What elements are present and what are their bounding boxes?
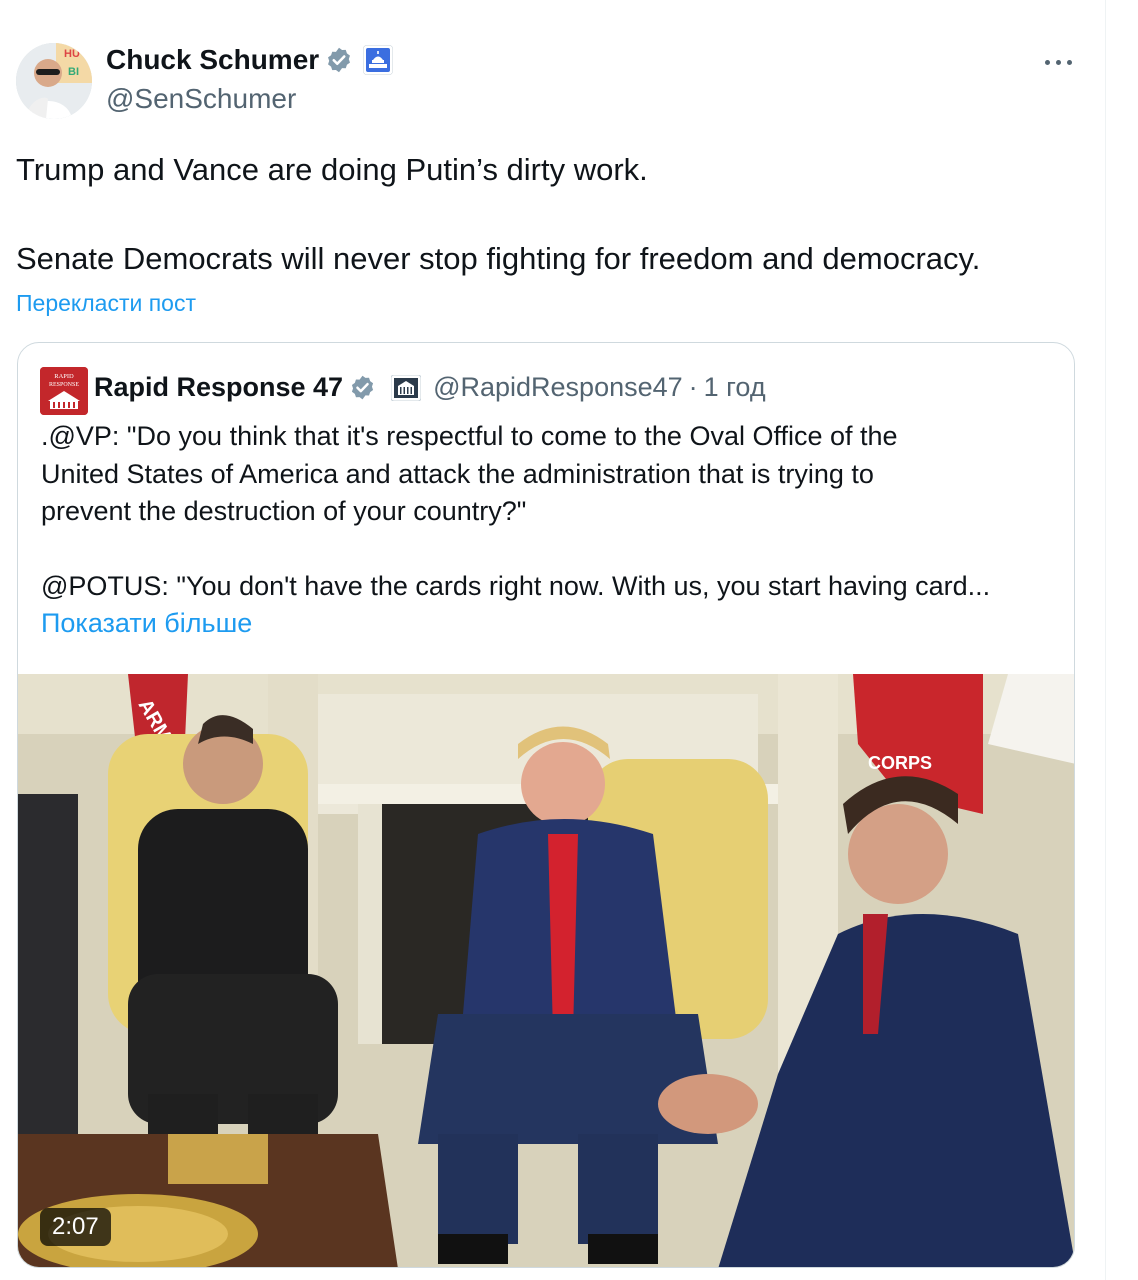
quoted-text-line: United States of America and attack the … <box>41 458 874 489</box>
quoted-post-card[interactable]: RAPID RESPONSE Rapid Response 47 @RapidR… <box>17 342 1075 1268</box>
author-handle[interactable]: @SenSchumer <box>106 83 296 115</box>
rapid-response-logo-icon: RAPID RESPONSE <box>40 367 88 415</box>
video-player[interactable]: ARM CORPS 2:07 <box>18 674 1074 1267</box>
top-bar-cutoff <box>0 0 1105 8</box>
post-timestamp[interactable]: 1 год <box>704 372 766 403</box>
svg-text:RESPONSE: RESPONSE <box>49 382 79 388</box>
quoted-post-header: Rapid Response 47 @RapidResponse47 · 1 г… <box>94 372 766 403</box>
us-capitol-badge-icon <box>363 45 394 75</box>
flag-text-right: CORPS <box>868 753 932 773</box>
verified-badge-icon <box>349 374 377 402</box>
more-options-icon[interactable] <box>1038 52 1078 72</box>
quoted-text-line: .@VP: "Do you think that it's respectful… <box>41 421 898 451</box>
quoted-author-name[interactable]: Rapid Response 47 <box>94 372 343 403</box>
author-avatar[interactable]: HU BI <box>16 43 92 119</box>
post-text: Trump and Vance are doing Putin’s dirty … <box>16 148 1096 281</box>
video-duration-badge: 2:07 <box>40 1208 111 1246</box>
quoted-text-line: @POTUS: "You don't have the cards right … <box>41 571 991 601</box>
show-more-link[interactable]: Показати більше <box>41 608 252 639</box>
author-name[interactable]: Chuck Schumer <box>106 44 319 76</box>
time-separator: · <box>688 372 698 402</box>
verified-badge-icon <box>325 46 353 74</box>
svg-text:HU: HU <box>64 48 80 60</box>
quoted-author-handle[interactable]: @RapidResponse47 <box>433 372 683 403</box>
post-text-line: Trump and Vance are doing Putin’s dirty … <box>16 152 648 187</box>
translate-post-link[interactable]: Перекласти пост <box>16 290 196 317</box>
quoted-text-line: prevent the destruction of your country?… <box>41 496 527 526</box>
author-name-row[interactable]: Chuck Schumer <box>106 44 394 76</box>
svg-text:BI: BI <box>68 66 79 78</box>
svg-text:RAPID: RAPID <box>54 373 74 380</box>
column-divider <box>1105 0 1106 1280</box>
senator-avatar-icon: HU BI <box>16 43 92 119</box>
quoted-post-text: .@VP: "Do you think that it's respectful… <box>41 418 1061 606</box>
video-thumbnail-image: ARM CORPS <box>18 674 1074 1267</box>
white-house-badge-icon <box>390 374 422 401</box>
quoted-author-avatar[interactable]: RAPID RESPONSE <box>40 367 88 415</box>
post-text-line: Senate Democrats will never stop fightin… <box>16 241 981 276</box>
